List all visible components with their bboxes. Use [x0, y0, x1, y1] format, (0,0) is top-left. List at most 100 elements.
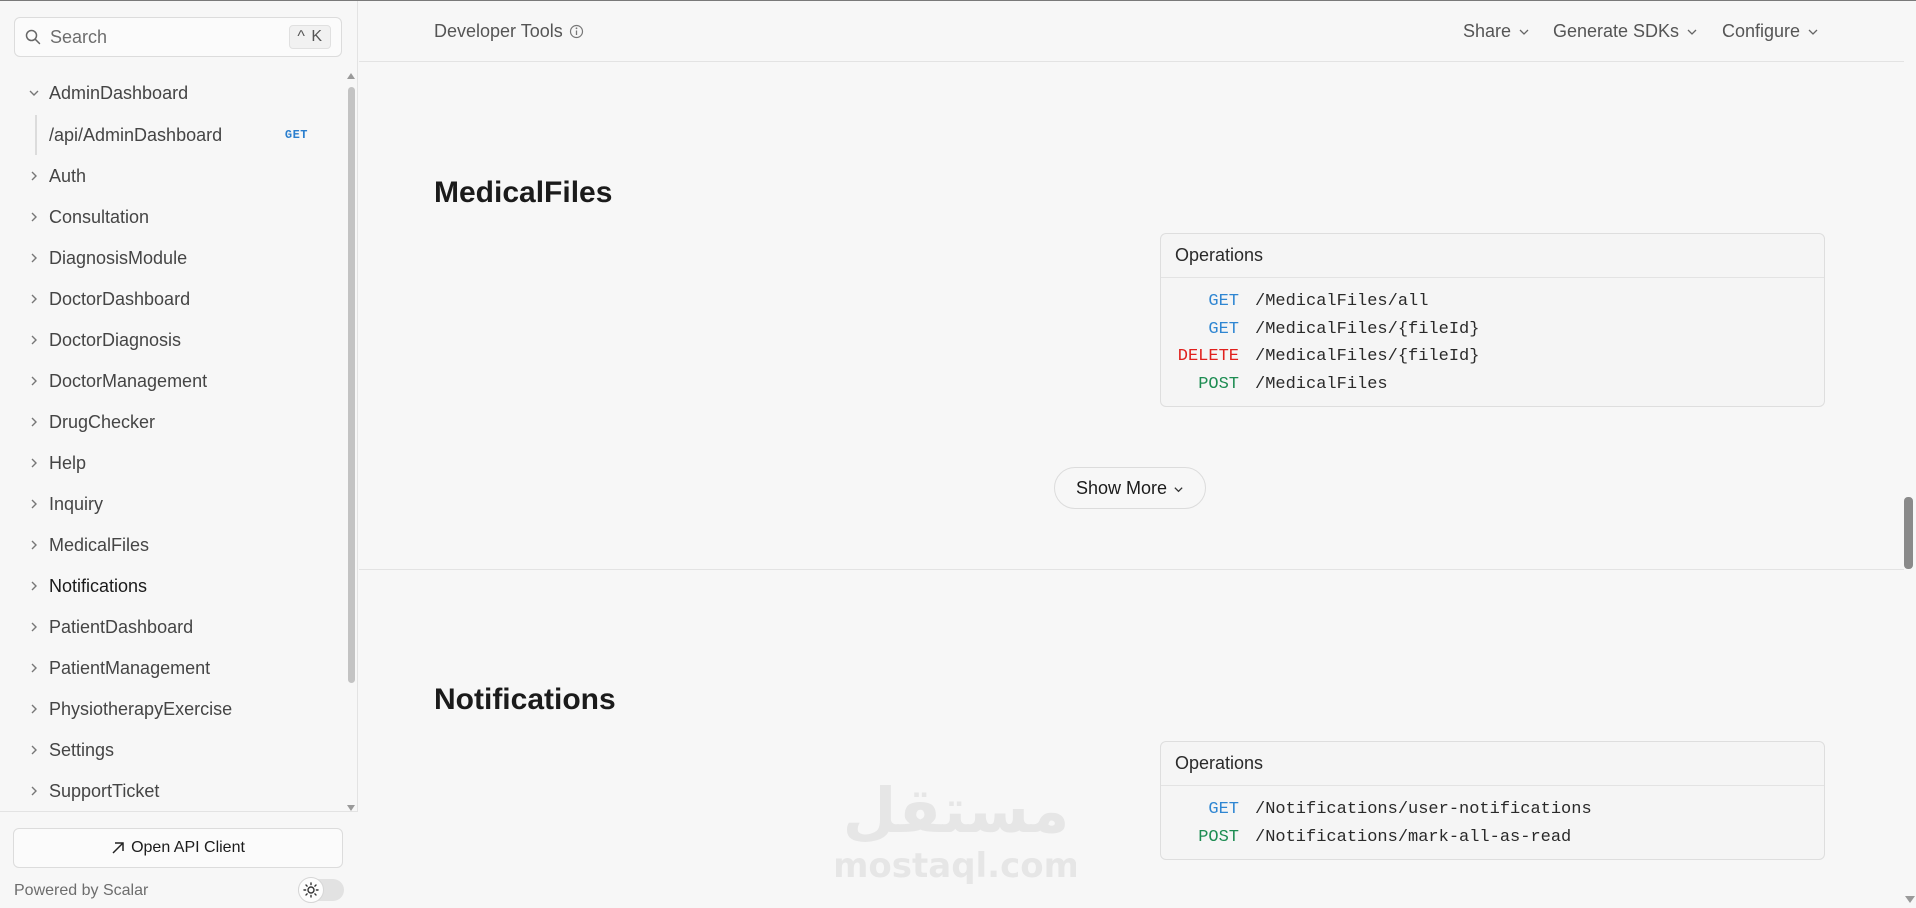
chevron-right-icon [31, 499, 37, 509]
operation-path: /MedicalFiles/{fileId} [1255, 347, 1480, 367]
section-title-medicalfiles: MedicalFiles [434, 176, 613, 209]
theme-toggle[interactable] [298, 877, 344, 903]
sidebar-item-admindashboard[interactable]: AdminDashboard [0, 73, 346, 113]
main-scroll-thumb[interactable] [1904, 497, 1913, 569]
chevron-right-icon [31, 171, 37, 181]
open-api-client-button[interactable]: Open API Client [13, 828, 343, 868]
search-input[interactable] [50, 26, 290, 48]
operation-row[interactable]: GET /MedicalFiles/all [1161, 288, 1824, 316]
operations-list: GET /Notifications/user-notifications PO… [1161, 786, 1824, 859]
scroll-up-arrow-icon[interactable] [347, 73, 355, 79]
main-scroll-down-arrow-icon[interactable] [1905, 896, 1915, 903]
main-scrollbar[interactable] [1904, 62, 1916, 908]
sidebar-item-label: PatientDashboard [49, 616, 194, 637]
open-api-client-label: Open API Client [131, 839, 245, 856]
sidebar-item-label: Auth [49, 165, 87, 186]
sidebar-item-supportticket[interactable]: SupportTicket [0, 771, 346, 811]
search-icon [25, 29, 41, 45]
configure-menu[interactable]: Configure [1722, 21, 1819, 42]
chevron-right-icon [31, 212, 37, 222]
operation-row[interactable]: POST /Notifications/mark-all-as-read [1161, 824, 1824, 852]
generate-sdks-label: Generate SDKs [1553, 21, 1680, 41]
watermark-arabic-text: مستقل [843, 774, 1070, 847]
method-get: GET [1208, 800, 1239, 820]
watermark-latin-text: mostaql.com [836, 846, 1076, 886]
sidebar-item-label: AdminDashboard [49, 82, 189, 103]
operation-path: /Notifications/user-notifications [1255, 800, 1592, 820]
chevron-right-icon [31, 253, 37, 263]
powered-by-link[interactable]: Powered by Scalar [14, 882, 148, 900]
sidebar-item-settings[interactable]: Settings [0, 730, 346, 770]
sidebar-scroll-thumb[interactable] [348, 87, 355, 683]
chevron-down-icon [1519, 29, 1529, 35]
operation-row[interactable]: POST /MedicalFiles [1161, 371, 1824, 399]
operation-row[interactable]: GET /MedicalFiles/{fileId} [1161, 316, 1824, 344]
sidebar-item-label: Inquiry [49, 493, 104, 514]
method-badge-get: GET [284, 128, 308, 142]
method-get: GET [1208, 292, 1239, 312]
chevron-down-icon [1808, 29, 1818, 35]
operation-row[interactable]: DELETE /MedicalFiles/{fileId} [1161, 343, 1824, 371]
sidebar-item-label: PhysiotherapyExercise [49, 698, 233, 719]
sidebar-item-notifications[interactable]: Notifications [0, 566, 346, 606]
sun-icon [303, 882, 319, 898]
operation-row[interactable]: GET /Notifications/user-notifications [1161, 796, 1824, 824]
sidebar: ^ K AdminDashboard /api/AdminDashboard G… [0, 1, 358, 908]
operations-list: GET /MedicalFiles/all GET /MedicalFiles/… [1161, 278, 1824, 406]
sidebar-item-label: DoctorDiagnosis [49, 329, 182, 350]
info-icon[interactable] [569, 24, 584, 39]
show-more-label: Show More [1075, 477, 1168, 498]
sidebar-item-doctordashboard[interactable]: DoctorDashboard [0, 279, 346, 319]
chevron-right-icon [31, 581, 37, 591]
sidebar-nav: AdminDashboard /api/AdminDashboard GET A… [0, 71, 346, 811]
sidebar-item-label: SupportTicket [49, 780, 160, 801]
share-menu[interactable]: Share [1463, 21, 1530, 42]
chevron-right-icon [31, 294, 37, 304]
chevron-right-icon [31, 335, 37, 345]
sidebar-item-label: DoctorManagement [49, 370, 208, 391]
sidebar-item-patientdashboard[interactable]: PatientDashboard [0, 607, 346, 647]
section-title-notifications: Notifications [434, 683, 616, 716]
sidebar-item-label: Help [49, 452, 87, 473]
search-box[interactable]: ^ K [14, 17, 342, 57]
operation-path: /MedicalFiles/all [1255, 292, 1429, 312]
sidebar-item-label: Consultation [49, 206, 150, 227]
sidebar-item-auth[interactable]: Auth [0, 156, 346, 196]
show-more-button[interactable]: Show More [1054, 467, 1206, 509]
sidebar-item-label: MedicalFiles [49, 534, 150, 555]
sidebar-item-inquiry[interactable]: Inquiry [0, 484, 346, 524]
chevron-right-icon [31, 540, 37, 550]
chevron-down-icon [1687, 29, 1697, 35]
sidebar-item-physiotherapyexercise[interactable]: PhysiotherapyExercise [0, 689, 346, 729]
theme-knob [298, 877, 324, 903]
section-divider [359, 569, 1904, 570]
sidebar-scrollbar[interactable] [347, 73, 356, 811]
developer-tools-title[interactable]: Developer Tools [434, 21, 584, 42]
method-post: POST [1198, 827, 1239, 847]
chevron-right-icon [31, 704, 37, 714]
sidebar-item-doctordiagnosis[interactable]: DoctorDiagnosis [0, 320, 346, 360]
sidebar-item-patientmanagement[interactable]: PatientManagement [0, 648, 346, 688]
operations-card-header: Operations [1161, 234, 1824, 278]
chevron-right-icon [31, 622, 37, 632]
sidebar-item-label: DiagnosisModule [49, 247, 188, 268]
chevron-right-icon [31, 376, 37, 386]
chevron-right-icon [31, 786, 37, 796]
sidebar-item-help[interactable]: Help [0, 443, 346, 483]
sidebar-footer: Open API Client Powered by Scalar [0, 811, 358, 908]
operations-card-medicalfiles: Operations GET /MedicalFiles/all GET /Me… [1160, 233, 1825, 407]
operations-card-header: Operations [1161, 742, 1824, 786]
sidebar-subitem-api-admindashboard[interactable]: /api/AdminDashboard GET [0, 115, 346, 155]
generate-sdks-menu[interactable]: Generate SDKs [1553, 21, 1698, 42]
sidebar-item-consultation[interactable]: Consultation [0, 197, 346, 237]
sidebar-item-doctormanagement[interactable]: DoctorManagement [0, 361, 346, 401]
sidebar-item-medicalfiles[interactable]: MedicalFiles [0, 525, 346, 565]
configure-label: Configure [1722, 21, 1801, 41]
sidebar-item-diagnosismodule[interactable]: DiagnosisModule [0, 238, 346, 278]
sidebar-item-drugchecker[interactable]: DrugChecker [0, 402, 346, 442]
sidebar-item-label: PatientManagement [49, 657, 211, 678]
share-label: Share [1463, 21, 1512, 41]
operations-card-notifications: Operations GET /Notifications/user-notif… [1160, 741, 1825, 860]
method-get: GET [1208, 319, 1239, 339]
sidebar-item-label: DrugChecker [49, 411, 156, 432]
